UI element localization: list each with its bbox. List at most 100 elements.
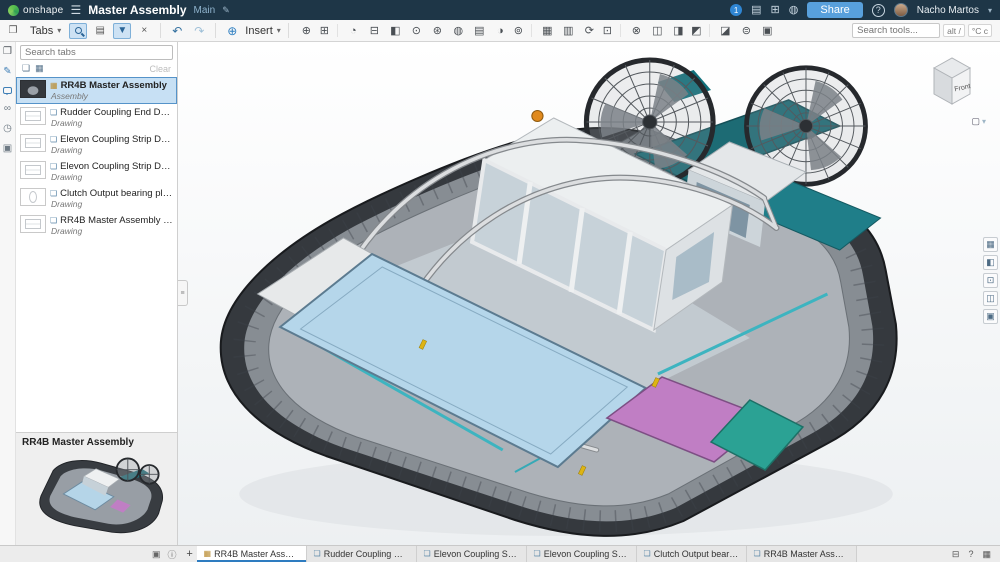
tab-list-view-button[interactable]: ▤ [91, 23, 109, 39]
search-tabs-input[interactable] [20, 45, 173, 60]
comments-icon[interactable] [3, 87, 12, 94]
search-tabs-button[interactable] [69, 23, 87, 39]
toolbar-divider [215, 23, 216, 38]
mate-connector-icon[interactable]: ⊚ [511, 24, 532, 37]
ball-mate-icon[interactable]: ◍ [448, 24, 469, 37]
parts-icon[interactable]: ▣ [3, 144, 12, 154]
pin-slot-mate-icon[interactable]: ⊛ [427, 24, 448, 37]
view-cube[interactable]: Front [920, 48, 984, 114]
close-panel-button[interactable]: × [135, 23, 153, 39]
revolute-mate-icon[interactable]: ◔ [343, 25, 364, 37]
undo-button[interactable]: ↶ [168, 23, 186, 39]
explode-view-icon[interactable]: ⊗ [626, 24, 647, 37]
document-tab[interactable]: ❏ RR4B Master Assembly... [747, 546, 857, 562]
apps-icon[interactable]: ⊞ [771, 5, 780, 16]
display-states-icon[interactable]: ◩ [689, 24, 710, 37]
share-button[interactable]: Share [807, 2, 862, 18]
clear-filters-button[interactable]: Clear [149, 64, 171, 74]
render-options-icon[interactable]: ▣ [152, 549, 161, 560]
tab-type-icon: ❏ [50, 163, 57, 171]
panel-icon[interactable]: ▦ [982, 549, 991, 560]
info-icon[interactable]: ⓘ [168, 548, 177, 561]
user-menu-caret-icon[interactable]: ▾ [988, 6, 992, 15]
document-tab[interactable]: ❏ Elevon Coupling Strip D... [417, 546, 527, 562]
display-panel-icon[interactable]: ▦ [983, 237, 998, 252]
tab-manager-icon[interactable]: ❐ [4, 23, 22, 39]
document-tab-icon: ❏ [314, 550, 321, 558]
slider-mate-icon[interactable]: ⊟ [364, 24, 385, 37]
filter-chip-row: ❏ ▦ Clear [16, 62, 177, 77]
measure-panel-icon[interactable]: ⊡ [983, 273, 998, 288]
document-tab[interactable]: ❏ Elevon Coupling Strip D... [527, 546, 637, 562]
onshape-logo[interactable]: onshape [8, 5, 63, 16]
rename-icon[interactable]: ✎ [222, 5, 230, 16]
units-selector[interactable]: °C c [968, 24, 992, 37]
main-menu-icon[interactable]: ☰ [70, 3, 81, 17]
tab-type-icon: ❏ [50, 109, 57, 117]
toolbar: ❐ Tabs ▾ ▤ ▼ × ↶ ↷ ⊕ Insert ▾ ⊕⊞◔⊟◧⊙⊛◍▤◑… [0, 20, 1000, 42]
tab-list-item[interactable]: ❏ RR4B Master Assembly Dr. Drawing [16, 212, 177, 239]
versions-icon[interactable]: ▤ [751, 5, 761, 16]
graphics-viewport[interactable]: Front ▢ ▾ ▦ ◧ ⊡ ◫ ▣ ≡ [178, 42, 1000, 545]
section-view-icon[interactable]: ◪ [715, 24, 736, 37]
bom-icon[interactable]: ▣ [757, 24, 778, 37]
bottom-bar-right: ⊟ ? ▦ [943, 546, 1000, 562]
named-positions-icon[interactable]: ◨ [668, 24, 689, 37]
tab-thumbnail [20, 107, 46, 125]
add-tab-button[interactable]: + [183, 546, 197, 562]
help-bottom-icon[interactable]: ? [968, 549, 973, 559]
insert-icon[interactable]: ⊕ [223, 23, 241, 39]
redo-button[interactable]: ↷ [190, 23, 208, 39]
workspace-label[interactable]: Main [194, 5, 216, 16]
edit-icon[interactable]: ✎ [3, 67, 11, 77]
monitor-icon: ▢ [971, 116, 980, 127]
tab-list-item[interactable]: ❏ Elevon Coupling Strip Draw Drawing [16, 158, 177, 185]
filter-doc-icon[interactable]: ❏ [22, 63, 30, 74]
document-tab[interactable]: ▦ RR4B Master Assembly [197, 546, 307, 562]
insert-caret-icon[interactable]: ▾ [277, 26, 281, 35]
cylindrical-mate-icon[interactable]: ⊙ [406, 24, 427, 37]
planar-mate-icon[interactable]: ◧ [385, 24, 406, 37]
history-icon[interactable]: ◷ [3, 124, 12, 134]
globe-icon[interactable]: ◍ [789, 5, 799, 16]
tab-thumbnail [20, 215, 46, 233]
appearance-panel-icon[interactable]: ◫ [983, 291, 998, 306]
tab-list-item[interactable]: ▦ RR4B Master Assembly Assembly [16, 77, 177, 104]
hovercraft-model[interactable] [178, 42, 1000, 545]
notification-badge[interactable]: 1 [730, 4, 742, 16]
user-name[interactable]: Nacho Martos [917, 5, 979, 16]
views-panel-icon[interactable]: ▣ [983, 309, 998, 324]
tab-list-item[interactable]: ❏ Clutch Output bearing plate Drawing [16, 185, 177, 212]
help-icon[interactable]: ? [872, 4, 885, 17]
measure-icon[interactable]: ⊜ [736, 24, 757, 37]
filter-grid-icon[interactable]: ▦ [35, 63, 44, 74]
document-panel-icon[interactable]: ❐ [3, 47, 12, 57]
document-tab[interactable]: ❏ Rudder Coupling End D... [307, 546, 417, 562]
tab-type-icon: ❏ [50, 190, 57, 198]
search-tools-input[interactable] [852, 23, 940, 38]
print-icon[interactable]: ⊟ [952, 549, 960, 560]
group-icon[interactable]: ⊞ [317, 24, 338, 37]
link-icon[interactable]: ∞ [4, 104, 11, 114]
panel-collapse-handle[interactable]: ≡ [178, 280, 188, 306]
tab-list-item[interactable]: ❏ Elevon Coupling Strip Draw Drawing [16, 131, 177, 158]
circular-pattern-icon[interactable]: ⟳ [579, 24, 600, 37]
standard-content-icon[interactable]: ⊡ [600, 24, 621, 37]
tabs-dropdown[interactable]: Tabs ▾ [26, 25, 65, 37]
avatar[interactable] [894, 3, 908, 17]
mate-icon[interactable]: ⊕ [296, 24, 317, 37]
replicate-icon[interactable]: ▦ [537, 24, 558, 37]
tab-list: ▦ RR4B Master Assembly Assembly ❏ Rudder… [16, 77, 177, 239]
snapshot-icon[interactable]: ◫ [647, 24, 668, 37]
document-tab-icon: ❏ [424, 550, 431, 558]
tab-name: RR4B Master Assembly [61, 80, 167, 91]
document-tab[interactable]: ❏ Clutch Output bearing p... [637, 546, 747, 562]
section-panel-icon[interactable]: ◧ [983, 255, 998, 270]
tab-list-item[interactable]: ❏ Rudder Coupling End Draw Drawing [16, 104, 177, 131]
tab-filter-button[interactable]: ▼ [113, 23, 131, 39]
tangent-mate-icon[interactable]: ◑ [490, 25, 511, 37]
insert-button[interactable]: Insert [245, 25, 273, 37]
linear-pattern-icon[interactable]: ▥ [558, 24, 579, 37]
parallel-mate-icon[interactable]: ▤ [469, 24, 490, 37]
display-options-button[interactable]: ▢ ▾ [971, 116, 986, 127]
